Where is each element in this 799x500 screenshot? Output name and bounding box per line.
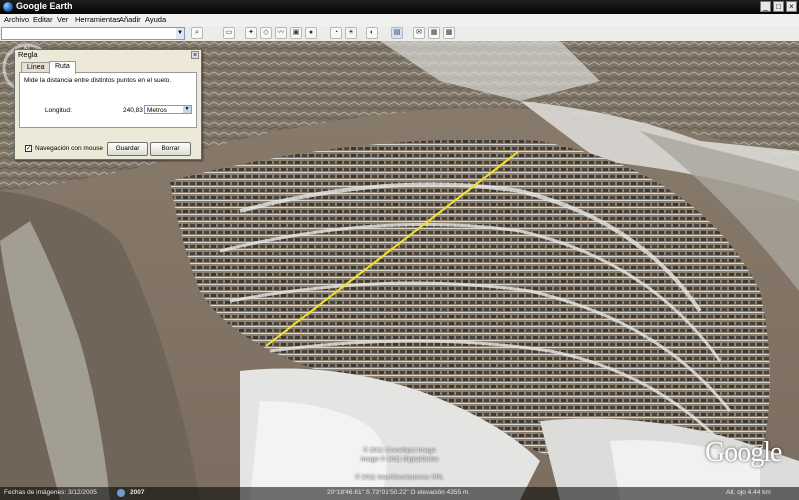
eye-altitude: Alt. ojo 4.44 km	[726, 489, 771, 496]
menu-anadir[interactable]: Añadir	[119, 15, 141, 24]
length-value: 240,83	[123, 107, 143, 114]
record-tour-icon[interactable]: ●	[305, 27, 317, 39]
copyright-line-2: Image © 2011 DigitalGlobe	[360, 456, 439, 463]
close-button[interactable]: ×	[786, 1, 797, 12]
email-icon[interactable]: ✉	[413, 27, 425, 39]
menu-archivo[interactable]: Archivo	[4, 15, 29, 24]
print-icon[interactable]: ▦	[428, 27, 440, 39]
ruler-dialog-header[interactable]: Regla ×	[15, 50, 201, 60]
length-label: Longitud:	[45, 107, 72, 114]
mouse-navigation-label: Navegación con mouse	[35, 145, 103, 152]
search-dropdown-icon[interactable]: ▼	[176, 28, 184, 39]
clear-button[interactable]: Borrar	[150, 142, 191, 156]
placemark-icon[interactable]: ✦	[245, 27, 257, 39]
ruler-description: Mide la distancia entre distintos puntos…	[24, 77, 172, 84]
magnifier-icon[interactable]: ⌕	[191, 27, 203, 39]
imagery-year: 2007	[130, 489, 145, 496]
tab-ruta[interactable]: Ruta	[49, 61, 76, 74]
imagery-date: Fechas de imágenes: 3/12/2005	[4, 489, 97, 496]
ruler-dialog-title: Regla	[18, 50, 38, 59]
view-in-maps-icon[interactable]: ▩	[443, 27, 455, 39]
historical-imagery-icon[interactable]	[117, 489, 125, 497]
maximize-button[interactable]: □	[773, 1, 784, 12]
image-overlay-icon[interactable]: ▣	[290, 27, 302, 39]
google-earth-logo-icon	[3, 2, 13, 12]
sidebar-toggle-icon[interactable]: ▭	[223, 27, 235, 39]
google-logo: Google	[705, 437, 782, 468]
sun-icon[interactable]: ☀	[345, 27, 357, 39]
menu-herramientas[interactable]: Herramientas	[75, 15, 120, 24]
search-input[interactable]: ▼	[1, 27, 185, 40]
toolbar: ▼ ⌕ ▭ ✦ ◇ 〰 ▣ ● ◔ ☀ ◐ ▤ ✉ ▦ ▩	[0, 26, 799, 42]
save-button[interactable]: Guardar	[107, 142, 148, 156]
polygon-icon[interactable]: ◇	[260, 27, 272, 39]
copyright-line-1: © 2011 Cnes/Spot Image	[363, 447, 436, 454]
window-title: Google Earth	[16, 1, 73, 11]
ruler-close-button[interactable]: ×	[191, 51, 199, 59]
minimize-button[interactable]: _	[760, 1, 771, 12]
coordinates-readout: 20°18'46.61" S 73°01'50.22" O elevación …	[327, 489, 469, 496]
historical-imagery-icon[interactable]: ◔	[330, 27, 342, 39]
chevron-down-icon[interactable]: ▼	[183, 106, 191, 113]
title-bar: Google Earth _ □ ×	[0, 0, 799, 14]
ruler-dialog: Regla × Línea Ruta Mide la distancia ent…	[14, 49, 202, 160]
copyright-line-3: © 2011 Inav/Geosistemas SRL	[355, 474, 444, 481]
mouse-navigation-checkbox[interactable]: ✓	[25, 145, 32, 152]
status-bar: Fechas de imágenes: 3/12/2005 2007 20°18…	[0, 487, 799, 500]
menu-editar[interactable]: Editar	[33, 15, 53, 24]
path-icon[interactable]: 〰	[275, 27, 287, 39]
menu-ayuda[interactable]: Ayuda	[145, 15, 166, 24]
planets-icon[interactable]: ◐	[366, 27, 378, 39]
menu-ver[interactable]: Ver	[57, 15, 68, 24]
unit-select[interactable]: Metros ▼	[144, 105, 192, 114]
ruler-icon[interactable]: ▤	[391, 27, 403, 39]
ruler-panel: Mide la distancia entre distintos puntos…	[19, 72, 197, 128]
unit-select-value: Metros	[147, 107, 167, 114]
